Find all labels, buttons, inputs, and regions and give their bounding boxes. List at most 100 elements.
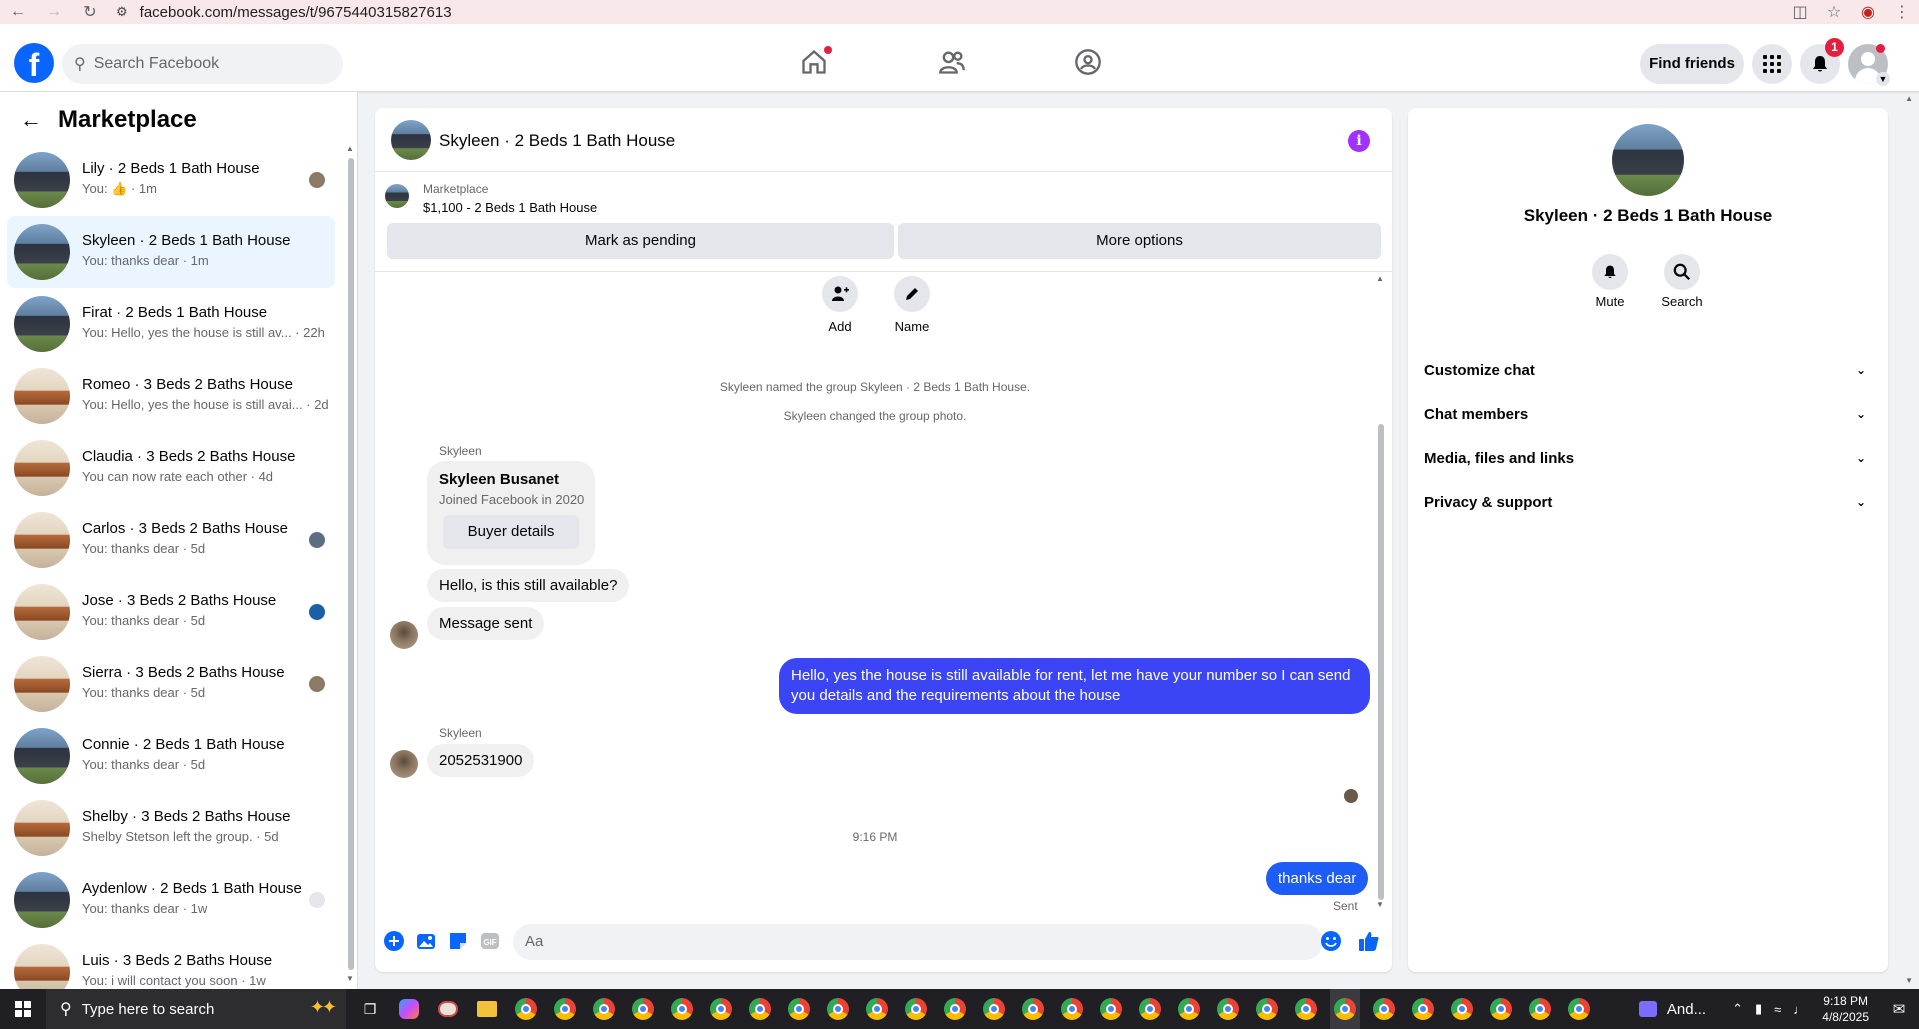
chat-group-avatar[interactable] xyxy=(391,120,431,160)
conversation-item[interactable]: Jose · 3 Beds 2 Baths House You: thanks d… xyxy=(7,576,335,648)
like-thumb-icon[interactable] xyxy=(1358,930,1380,952)
chrome-taskbar-icon[interactable] xyxy=(1447,989,1477,1029)
conversation-item[interactable]: Skyleen · 2 Beds 1 Bath House You: thanks… xyxy=(7,216,335,288)
task-view-icon[interactable]: ❐ xyxy=(355,989,385,1029)
conversation-item[interactable]: Sierra · 3 Beds 2 Baths House You: thanks… xyxy=(7,648,335,720)
chrome-taskbar-icon[interactable] xyxy=(1135,989,1165,1029)
chrome-taskbar-icon[interactable] xyxy=(1057,989,1087,1029)
page-scroll-down-icon[interactable]: ▼ xyxy=(1905,976,1913,985)
chrome-taskbar-icon[interactable] xyxy=(1096,989,1126,1029)
chrome-taskbar-icon[interactable] xyxy=(589,989,619,1029)
plus-circle-icon[interactable] xyxy=(383,930,405,952)
chrome-taskbar-icon[interactable] xyxy=(1525,989,1555,1029)
listing-thumbnail[interactable] xyxy=(385,184,409,208)
photo-attach-icon[interactable] xyxy=(415,930,437,952)
facebook-logo-icon[interactable]: f xyxy=(14,43,54,83)
friends-tab-icon[interactable] xyxy=(938,48,970,80)
emoji-icon[interactable] xyxy=(1320,930,1342,952)
chrome-taskbar-icon[interactable] xyxy=(706,989,736,1029)
chrome-taskbar-icon[interactable] xyxy=(940,989,970,1029)
zoom-app-taskbar[interactable]: And... xyxy=(1638,1001,1706,1018)
add-person-icon[interactable] xyxy=(822,276,858,312)
conversation-item[interactable]: Aydenlow · 2 Beds 1 Bath House You: thank… xyxy=(7,864,335,936)
conversation-info-icon[interactable]: i xyxy=(1348,130,1370,152)
listing-title[interactable]: $1,100 - 2 Beds 1 Bath House xyxy=(423,200,597,215)
url-text[interactable]: facebook.com/messages/t/9675440315827613 xyxy=(140,4,452,21)
buyer-details-button[interactable]: Buyer details xyxy=(443,515,579,549)
chat-members-row[interactable]: Chat members ⌄ xyxy=(1424,394,1872,434)
back-arrow-icon[interactable]: ← xyxy=(20,107,42,133)
taskbar-clock[interactable]: 9:18 PM 4/8/2025 xyxy=(1822,993,1869,1025)
group-photo[interactable] xyxy=(1612,124,1684,196)
reload-icon[interactable]: ↻ xyxy=(72,2,108,22)
incoming-message[interactable]: 2052531900 xyxy=(427,744,535,777)
groups-tab-icon[interactable] xyxy=(1074,48,1106,80)
outgoing-message[interactable]: Hello, yes the house is still available … xyxy=(779,658,1370,714)
sticker-icon[interactable] xyxy=(447,930,469,952)
address-bar[interactable]: ⚙ facebook.com/messages/t/96754403158276… xyxy=(116,2,452,22)
chrome-taskbar-icon[interactable] xyxy=(784,989,814,1029)
chrome-taskbar-icon[interactable] xyxy=(1408,989,1438,1029)
chrome-taskbar-icon[interactable] xyxy=(511,989,541,1029)
sender-avatar[interactable] xyxy=(390,750,418,778)
chrome-taskbar-icon[interactable] xyxy=(745,989,775,1029)
facebook-search-input[interactable]: ⚲ Search Facebook xyxy=(62,44,343,84)
search-in-conversation-icon[interactable] xyxy=(1664,254,1700,290)
home-tab-icon[interactable] xyxy=(800,46,832,80)
conversation-item[interactable]: Shelby · 3 Beds 2 Baths House Shelby Stet… xyxy=(7,792,335,864)
bookmark-star-icon[interactable]: ☆ xyxy=(1817,2,1851,22)
taskbar-search-input[interactable]: ⚲ Type here to search ✦✦ xyxy=(46,989,346,1029)
copilot-icon[interactable] xyxy=(394,989,424,1029)
chrome-taskbar-icon[interactable] xyxy=(667,989,697,1029)
sender-avatar[interactable] xyxy=(390,621,418,649)
chrome-taskbar-icon[interactable] xyxy=(979,989,1009,1029)
chrome-taskbar-icon[interactable] xyxy=(1369,989,1399,1029)
chevron-down-icon[interactable]: ▼ xyxy=(1876,72,1890,86)
chrome-taskbar-icon[interactable] xyxy=(1252,989,1282,1029)
find-friends-button[interactable]: Find friends xyxy=(1640,44,1744,84)
chrome-taskbar-icon[interactable] xyxy=(1018,989,1048,1029)
browser-profile-icon[interactable]: ◉ xyxy=(1851,2,1885,22)
chrome-taskbar-icon[interactable] xyxy=(862,989,892,1029)
site-settings-icon[interactable]: ⚙ xyxy=(116,4,128,20)
chrome-taskbar-icon[interactable] xyxy=(628,989,658,1029)
media-files-links-row[interactable]: Media, files and links ⌄ xyxy=(1424,438,1872,478)
conversation-item[interactable]: Claudia · 3 Beds 2 Baths House You can no… xyxy=(7,432,335,504)
scroll-up-icon[interactable]: ▲ xyxy=(1376,274,1384,283)
chrome-taskbar-icon[interactable] xyxy=(901,989,931,1029)
action-center-icon[interactable]: ✉ xyxy=(1879,1000,1919,1018)
conversation-item[interactable]: Firat · 2 Beds 1 Bath House You: Hello, y… xyxy=(7,288,335,360)
paint-app-icon[interactable] xyxy=(433,989,463,1029)
gif-icon[interactable]: GIF xyxy=(479,930,501,952)
show-hidden-icons-chevron-icon[interactable]: ⌃ xyxy=(1732,1001,1743,1017)
scroll-down-icon[interactable]: ▼ xyxy=(346,974,354,983)
battery-icon[interactable]: ▮ xyxy=(1755,1001,1762,1017)
conversation-item[interactable]: Connie · 2 Beds 1 Bath House You: thanks … xyxy=(7,720,335,792)
chrome-taskbar-icon[interactable] xyxy=(1174,989,1204,1029)
chrome-taskbar-icon[interactable] xyxy=(1486,989,1516,1029)
wifi-icon[interactable]: ≈ xyxy=(1774,1002,1781,1017)
volume-icon[interactable]: ♩ xyxy=(1793,1002,1806,1017)
conversation-item[interactable]: Luis · 3 Beds 2 Baths House You: i will c… xyxy=(7,936,335,989)
incoming-message[interactable]: Hello, is this still available? xyxy=(427,569,630,602)
mark-as-pending-button[interactable]: Mark as pending xyxy=(387,223,894,259)
notifications-bell-icon[interactable]: 1 xyxy=(1800,38,1844,84)
chat-title[interactable]: Skyleen · 2 Beds 1 Bath House xyxy=(439,131,675,151)
more-options-button[interactable]: More options xyxy=(898,223,1381,259)
mute-bell-icon[interactable] xyxy=(1592,254,1628,290)
customize-chat-row[interactable]: Customize chat ⌄ xyxy=(1424,350,1872,390)
privacy-support-row[interactable]: Privacy & support ⌄ xyxy=(1424,482,1872,522)
sidebar-scrollbar[interactable] xyxy=(348,158,354,970)
scroll-down-icon[interactable]: ▼ xyxy=(1376,900,1384,909)
browser-menu-icon[interactable]: ⋮ xyxy=(1885,2,1919,22)
edit-name-pencil-icon[interactable] xyxy=(894,276,930,312)
install-app-icon[interactable]: ◫ xyxy=(1783,2,1817,22)
chrome-taskbar-icon[interactable] xyxy=(1330,989,1360,1029)
conversation-item[interactable]: Lily · 2 Beds 1 Bath House You: 👍 · 1m xyxy=(7,144,335,216)
menu-grid-icon[interactable] xyxy=(1752,44,1792,84)
back-icon[interactable]: ← xyxy=(0,3,36,21)
conversation-item[interactable]: Carlos · 3 Beds 2 Baths House You: thanks… xyxy=(7,504,335,576)
file-explorer-icon[interactable] xyxy=(472,989,502,1029)
forward-icon[interactable]: → xyxy=(36,3,72,21)
outgoing-message[interactable]: thanks dear xyxy=(1266,862,1369,895)
